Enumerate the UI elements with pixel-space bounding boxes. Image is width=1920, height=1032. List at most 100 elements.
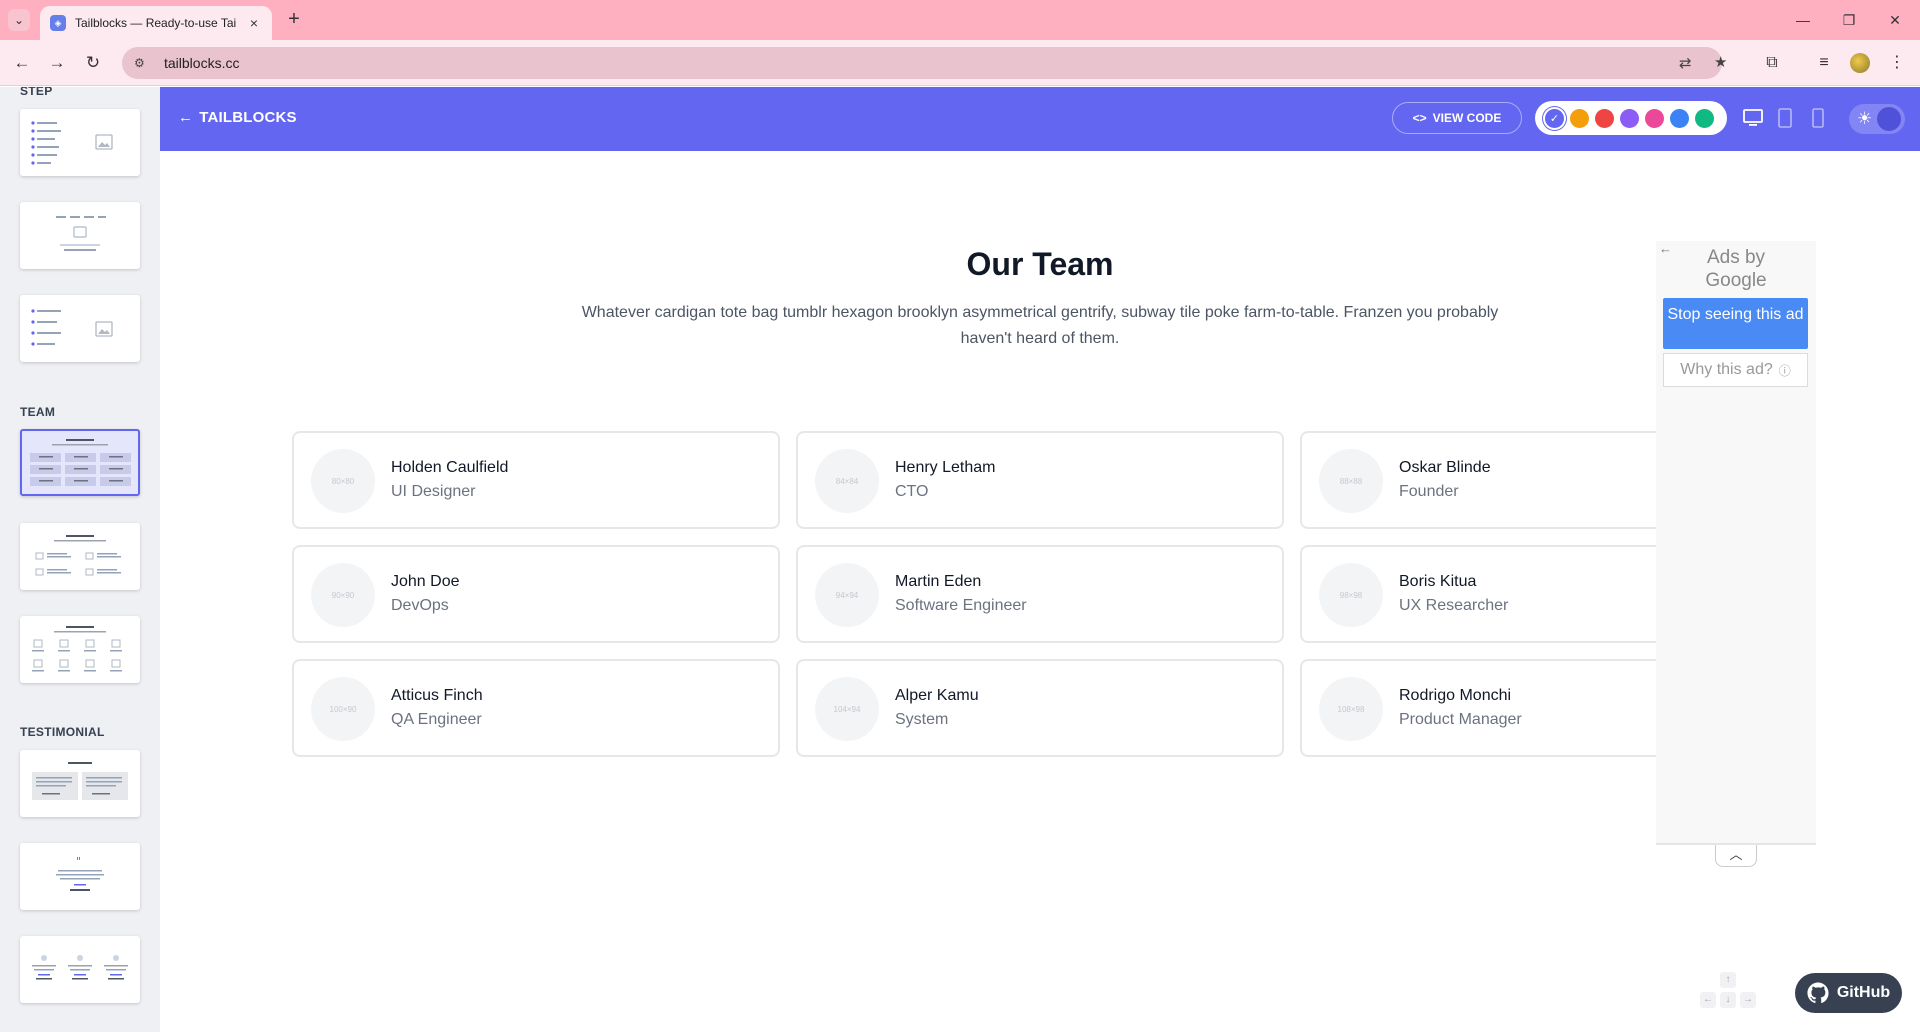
info-icon: ⓘ (1778, 363, 1791, 378)
google-text: Google (1705, 270, 1767, 291)
new-tab-button[interactable]: + (282, 8, 306, 32)
desktop-view-icon[interactable] (1741, 106, 1765, 130)
profile-avatar[interactable] (1850, 53, 1870, 73)
site-info-icon[interactable]: ⚙ (134, 56, 150, 70)
arrow-left-icon: ← (1700, 992, 1716, 1008)
view-code-label: VIEW CODE (1432, 111, 1502, 125)
member-name: Atticus Finch (391, 687, 483, 704)
member-name: Alper Kamu (895, 687, 979, 704)
color-swatch[interactable] (1695, 108, 1714, 128)
sidebar-thumb-step-1[interactable] (20, 109, 140, 176)
member-name: Holden Caulfield (391, 459, 509, 476)
sidebar-thumb-team-3[interactable] (20, 616, 140, 683)
sidebar-section-team: TEAM (20, 405, 56, 419)
back-to-tailblocks-link[interactable]: ← TAILBLOCKS (178, 109, 297, 126)
member-role: UI Designer (391, 483, 476, 500)
toggle-knob (1877, 107, 1901, 131)
stop-seeing-ad-button[interactable]: Stop seeing this ad (1663, 298, 1808, 349)
github-button[interactable]: GitHub (1795, 973, 1902, 1013)
color-swatch-picker: ✓ (1535, 101, 1727, 135)
translate-icon[interactable]: ⇄ (1679, 54, 1692, 72)
reload-icon[interactable]: ↻ (81, 51, 105, 75)
team-member-card: 94×94 Martin Eden Software Engineer (796, 545, 1284, 643)
tab-close-icon[interactable]: × (246, 15, 262, 31)
arrow-up-icon: ↑ (1720, 972, 1736, 988)
member-avatar: 88×88 (1319, 449, 1383, 513)
member-name: Boris Kitua (1399, 573, 1477, 590)
color-swatch[interactable] (1620, 108, 1639, 128)
code-brackets-icon: <> (1412, 111, 1427, 125)
sun-icon: ☀ (1857, 109, 1873, 128)
sidebar-thumb-testimonial-3[interactable] (20, 936, 140, 1003)
bookmark-star-icon[interactable]: ★ (1714, 53, 1727, 71)
why-this-ad-label: Why this ad? (1680, 361, 1773, 378)
tab-title: Tailblocks — Ready-to-use Tai (75, 16, 237, 30)
member-role: CTO (895, 483, 929, 500)
team-member-card: 80×80 Holden Caulfield UI Designer (292, 431, 780, 529)
member-avatar: 90×90 (311, 563, 375, 627)
tailblocks-favicon-icon: ◈ (50, 15, 66, 31)
sidebar-thumb-step-3[interactable] (20, 295, 140, 362)
sidebar-section-step: STEP (20, 87, 53, 98)
color-swatch[interactable] (1645, 108, 1664, 128)
member-role: DevOps (391, 597, 449, 614)
view-code-button[interactable]: <> VIEW CODE (1392, 102, 1522, 134)
close-window-button[interactable]: ✕ (1872, 8, 1918, 32)
back-arrow-icon[interactable]: ← (10, 51, 34, 75)
member-role: QA Engineer (391, 711, 482, 728)
media-controls-icon[interactable]: ≡ (1812, 51, 1836, 75)
member-name: Oskar Blinde (1399, 459, 1491, 476)
member-avatar: 100×90 (311, 677, 375, 741)
browser-menu-icon[interactable]: ⋮ (1885, 51, 1909, 75)
member-avatar: 98×98 (1319, 563, 1383, 627)
color-swatch[interactable]: ✓ (1545, 108, 1564, 128)
member-avatar: 94×94 (815, 563, 879, 627)
member-role: UX Researcher (1399, 597, 1509, 614)
sidebar-thumb-step-2[interactable] (20, 202, 140, 269)
ads-by-google-label: Ads by Google (1656, 246, 1816, 292)
team-member-card: 104×94 Alper Kamu System (796, 659, 1284, 757)
tablet-view-icon[interactable] (1773, 106, 1797, 130)
sidebar-thumb-testimonial-2[interactable]: " (20, 843, 140, 910)
member-role: Founder (1399, 483, 1459, 500)
forward-arrow-icon[interactable]: → (45, 51, 69, 75)
member-avatar: 80×80 (311, 449, 375, 513)
sidebar-thumb-testimonial-1[interactable] (20, 750, 140, 817)
member-role: Software Engineer (895, 597, 1027, 614)
member-name: John Doe (391, 573, 460, 590)
member-avatar: 104×94 (815, 677, 879, 741)
sidebar-section-testimonial: TESTIMONIAL (20, 725, 105, 739)
member-name: Rodrigo Monchi (1399, 687, 1512, 704)
address-bar[interactable]: ⚙ tailblocks.cc (122, 47, 1722, 79)
tab-search-button[interactable]: ⌄ (8, 9, 30, 31)
sidebar-thumb-team-2[interactable] (20, 523, 140, 590)
arrow-down-icon: ↓ (1720, 992, 1736, 1008)
browser-tab[interactable]: ◈ Tailblocks — Ready-to-use Tai × (40, 6, 272, 40)
restore-window-button[interactable]: ❐ (1826, 8, 1872, 32)
github-label: GitHub (1836, 984, 1891, 1001)
color-swatch[interactable] (1670, 108, 1689, 128)
member-name: Martin Eden (895, 573, 982, 590)
why-this-ad-button[interactable]: Why this ad? ⓘ (1663, 353, 1808, 387)
minimize-window-button[interactable]: — (1780, 8, 1826, 32)
member-role: Product Manager (1399, 711, 1522, 728)
arrow-left-icon: ← (178, 109, 194, 126)
team-member-card: 90×90 John Doe DevOps (292, 545, 780, 643)
team-member-card: 100×90 Atticus Finch QA Engineer (292, 659, 780, 757)
team-member-card: 84×84 Henry Letham CTO (796, 431, 1284, 529)
keyboard-arrows-hint: ↑ ← ↓ → (1700, 972, 1760, 1012)
svg-text:": " (76, 855, 81, 868)
color-swatch[interactable] (1570, 108, 1589, 128)
ad-collapse-chevron-up-icon[interactable]: ︿ (1715, 845, 1757, 867)
member-role: System (895, 711, 949, 728)
member-avatar: 84×84 (815, 449, 879, 513)
github-icon (1807, 982, 1829, 1004)
block-sidebar: STEP TEAM TESTIMONIAL " (0, 87, 160, 1032)
sidebar-thumb-team-1[interactable] (20, 429, 140, 496)
phone-view-icon[interactable] (1806, 106, 1830, 130)
extensions-puzzle-icon[interactable]: ⧉ (1760, 51, 1784, 75)
url-text: tailblocks.cc (164, 55, 240, 71)
color-swatch[interactable] (1595, 108, 1614, 128)
arrow-right-icon: → (1740, 992, 1756, 1008)
back-link-label: TAILBLOCKS (199, 109, 297, 126)
